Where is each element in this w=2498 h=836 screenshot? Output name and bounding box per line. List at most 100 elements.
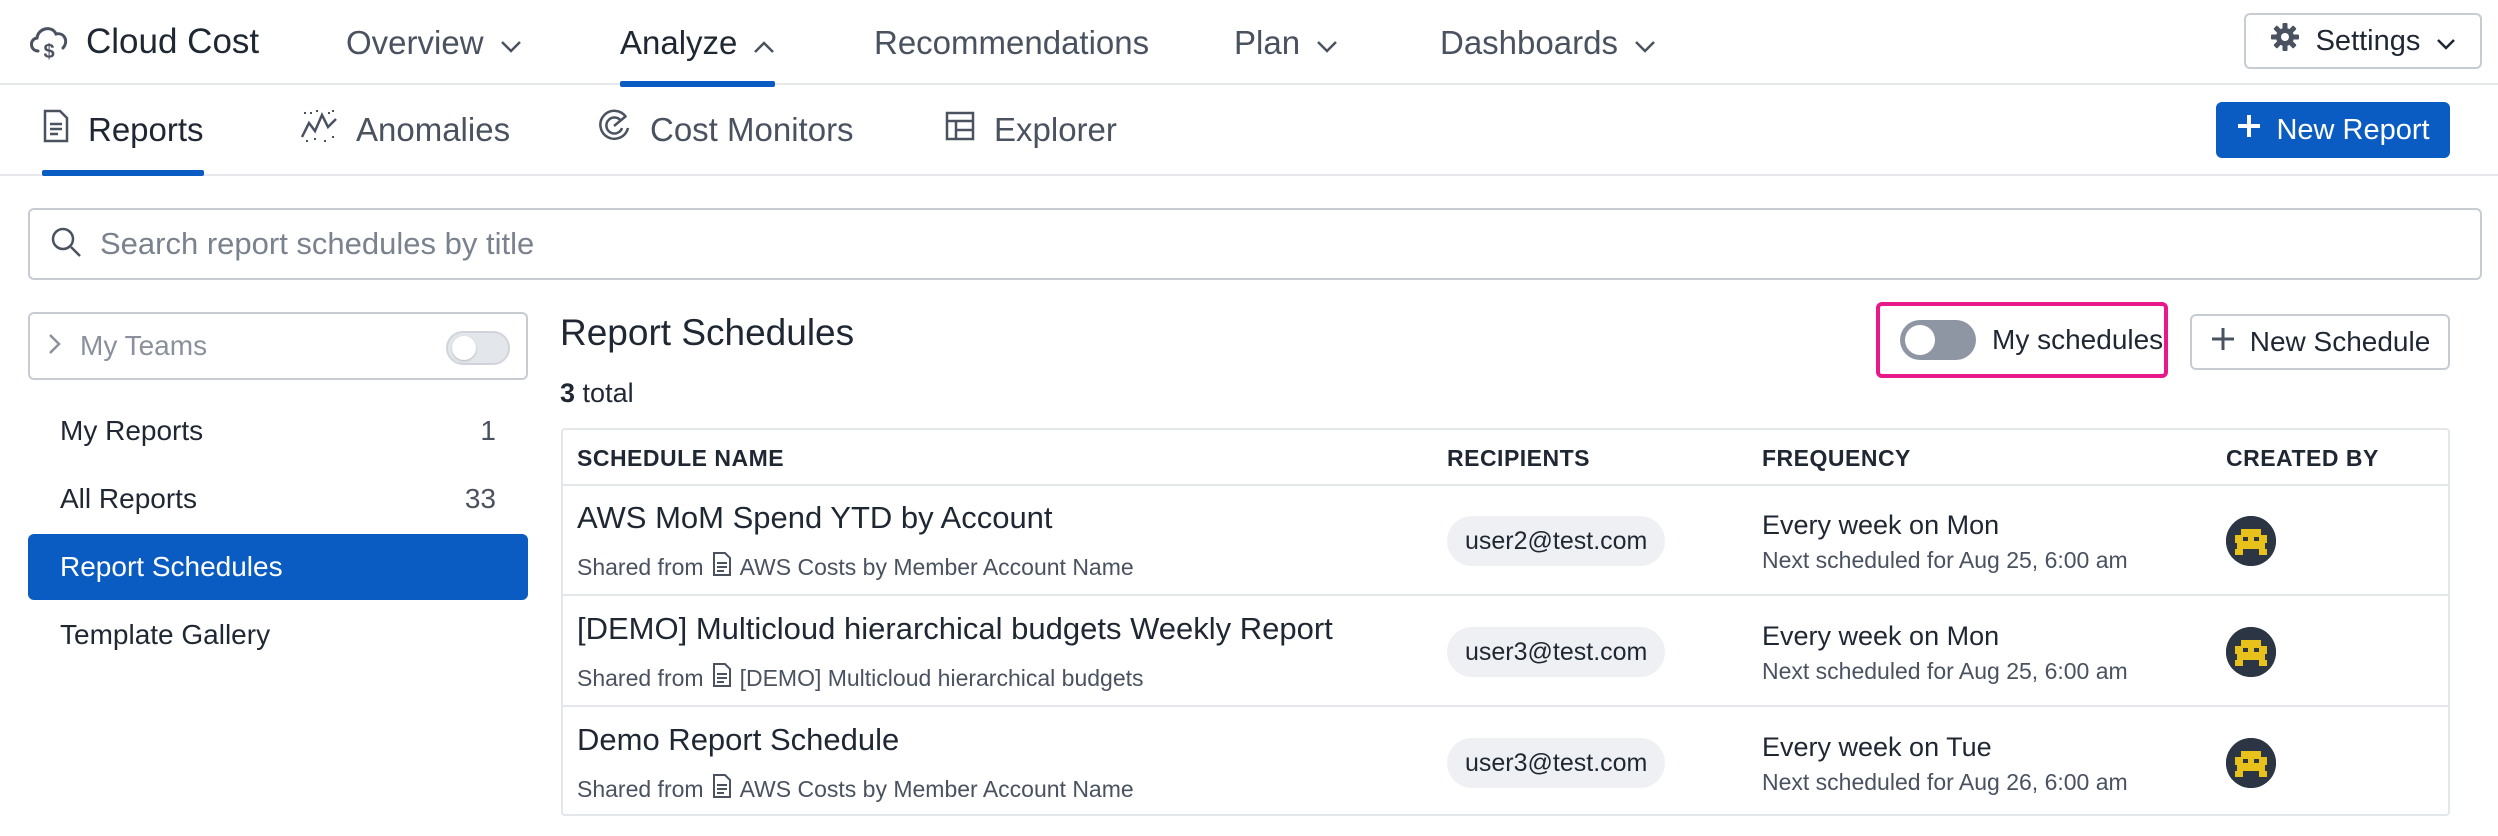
svg-text:$: $: [43, 41, 54, 63]
shared-from: Shared from AWS Costs by Member Account …: [577, 552, 1134, 582]
plus-icon: [2210, 326, 2236, 359]
sidebar-item-label: All Reports: [60, 483, 197, 514]
nav-analyze-label: Analyze: [620, 23, 738, 61]
tab-cost-monitors[interactable]: Cost Monitors: [596, 86, 854, 174]
frequency-text: Every week on Mon: [1762, 621, 2000, 651]
chevron-up-icon: [753, 24, 775, 62]
sidebar-item-all-reports[interactable]: All Reports 33: [28, 466, 528, 532]
nav-analyze[interactable]: Analyze: [620, 0, 776, 87]
tab-reports[interactable]: Reports: [42, 86, 204, 176]
frequency-cell: Every week on Mon Next scheduled for Aug…: [1762, 621, 2128, 685]
frequency-cell: Every week on Mon Next scheduled for Aug…: [1762, 510, 2128, 574]
settings-button[interactable]: Settings: [2244, 13, 2482, 69]
table-row[interactable]: Demo Report Schedule Shared from AWS Cos…: [563, 708, 2448, 818]
anomaly-chart-icon: [300, 109, 338, 151]
tab-reports-label: Reports: [88, 111, 204, 148]
shared-report-name[interactable]: AWS Costs by Member Account Name: [740, 554, 1134, 581]
sidebar-item-report-schedules[interactable]: Report Schedules: [28, 534, 528, 600]
shared-from: Shared from AWS Costs by Member Account …: [577, 774, 1134, 804]
sidebar-item-count: 33: [464, 483, 496, 514]
total-count: 3 total: [560, 378, 634, 409]
frequency-cell: Every week on Tue Next scheduled for Aug…: [1762, 732, 2128, 796]
sidebar-item-label: My Reports: [60, 415, 204, 446]
new-report-button[interactable]: New Report: [2216, 102, 2450, 158]
document-icon: [42, 109, 70, 151]
shared-report-name[interactable]: [DEMO] Multicloud hierarchical budgets: [740, 665, 1144, 692]
avatar: [2226, 516, 2276, 566]
document-icon: [712, 774, 732, 804]
next-scheduled-text: Next scheduled for Aug 26, 6:00 am: [1762, 769, 2128, 795]
shared-from: Shared from [DEMO] Multicloud hierarchic…: [577, 663, 1144, 693]
sidebar-item-template-gallery[interactable]: Template Gallery: [28, 602, 528, 668]
column-header-schedule-name[interactable]: SCHEDULE NAME: [577, 430, 784, 486]
search-input[interactable]: [100, 226, 2400, 262]
next-scheduled-text: Next scheduled for Aug 25, 6:00 am: [1762, 658, 2128, 684]
tab-cost-monitors-label: Cost Monitors: [650, 111, 854, 148]
new-report-label: New Report: [2276, 113, 2430, 146]
app-title: Cloud Cost: [86, 22, 260, 61]
shared-from-label: Shared from: [577, 553, 704, 580]
my-schedules-filter[interactable]: My schedules: [1876, 302, 2168, 378]
next-scheduled-text: Next scheduled for Aug 25, 6:00 am: [1762, 547, 2128, 573]
brand[interactable]: $ Cloud Cost: [26, 16, 259, 68]
gear-icon: [2270, 22, 2300, 60]
schedule-name[interactable]: AWS MoM Spend YTD by Account: [577, 500, 1053, 536]
shared-report-name[interactable]: AWS Costs by Member Account Name: [740, 776, 1134, 803]
top-navigation: $ Cloud Cost Overview Analyze Recommenda…: [0, 0, 2498, 87]
chevron-down-icon: [1316, 24, 1338, 62]
search-bar[interactable]: [28, 208, 2482, 280]
nav-dashboards[interactable]: Dashboards: [1440, 0, 1656, 85]
total-count-suffix: total: [582, 378, 634, 408]
schedules-table: SCHEDULE NAME RECIPIENTS FREQUENCY CREAT…: [561, 428, 2450, 816]
recipient-badge: user3@test.com: [1447, 738, 1666, 788]
nav-plan[interactable]: Plan: [1234, 0, 1338, 85]
nav-dashboards-label: Dashboards: [1440, 23, 1618, 61]
new-schedule-label: New Schedule: [2249, 326, 2431, 357]
recipient-badge: user2@test.com: [1447, 516, 1666, 566]
sidebar-item-my-reports[interactable]: My Reports 1: [28, 398, 528, 464]
nav-plan-label: Plan: [1234, 23, 1301, 61]
cloud-dollar-icon: $: [26, 17, 72, 68]
table-grid-icon: [944, 110, 976, 150]
schedule-name[interactable]: Demo Report Schedule: [577, 722, 899, 758]
my-schedules-label: My schedules: [1992, 324, 2164, 355]
chevron-down-icon: [2436, 25, 2456, 58]
nav-recommendations[interactable]: Recommendations: [874, 0, 1149, 85]
my-schedules-toggle[interactable]: [1900, 320, 1976, 360]
search-icon: [50, 226, 82, 263]
column-header-frequency[interactable]: FREQUENCY: [1762, 430, 1911, 486]
tab-explorer[interactable]: Explorer: [944, 86, 1117, 174]
settings-label: Settings: [2315, 24, 2421, 57]
monitor-gauge-icon: [596, 108, 632, 152]
chevron-down-icon: [500, 24, 522, 62]
table-header-row: SCHEDULE NAME RECIPIENTS FREQUENCY CREAT…: [563, 430, 2448, 486]
tab-anomalies[interactable]: Anomalies: [300, 86, 510, 174]
avatar: [2226, 738, 2276, 788]
nav-overview[interactable]: Overview: [346, 0, 522, 85]
tab-anomalies-label: Anomalies: [356, 111, 511, 148]
document-icon: [712, 663, 732, 693]
frequency-text: Every week on Mon: [1762, 510, 2000, 540]
shared-from-label: Shared from: [577, 775, 704, 802]
column-header-recipients[interactable]: RECIPIENTS: [1447, 430, 1590, 486]
sidebar-item-count: 1: [480, 415, 496, 446]
plus-icon: [2236, 113, 2262, 147]
table-row[interactable]: AWS MoM Spend YTD by Account Shared from…: [563, 486, 2448, 596]
table-row[interactable]: [DEMO] Multicloud hierarchical budgets W…: [563, 597, 2448, 707]
my-teams-label: My Teams: [80, 330, 208, 361]
sidebar-item-label: Template Gallery: [60, 619, 271, 650]
sub-navigation: Reports Anomalies Cost Monitors Explorer…: [0, 86, 2498, 176]
new-schedule-button[interactable]: New Schedule: [2190, 314, 2450, 370]
my-teams-toggle[interactable]: [446, 331, 510, 365]
my-teams-filter[interactable]: My Teams: [28, 312, 528, 380]
shared-from-label: Shared from: [577, 664, 704, 691]
schedule-name[interactable]: [DEMO] Multicloud hierarchical budgets W…: [577, 611, 1333, 647]
document-icon: [712, 552, 732, 582]
frequency-text: Every week on Tue: [1762, 732, 1992, 762]
page-title: Report Schedules: [560, 312, 855, 353]
column-header-created-by[interactable]: CREATED BY: [2226, 430, 2379, 486]
nav-overview-label: Overview: [346, 23, 484, 61]
chevron-down-icon: [1634, 24, 1656, 62]
sidebar-item-label: Report Schedules: [60, 551, 283, 582]
avatar: [2226, 627, 2276, 677]
